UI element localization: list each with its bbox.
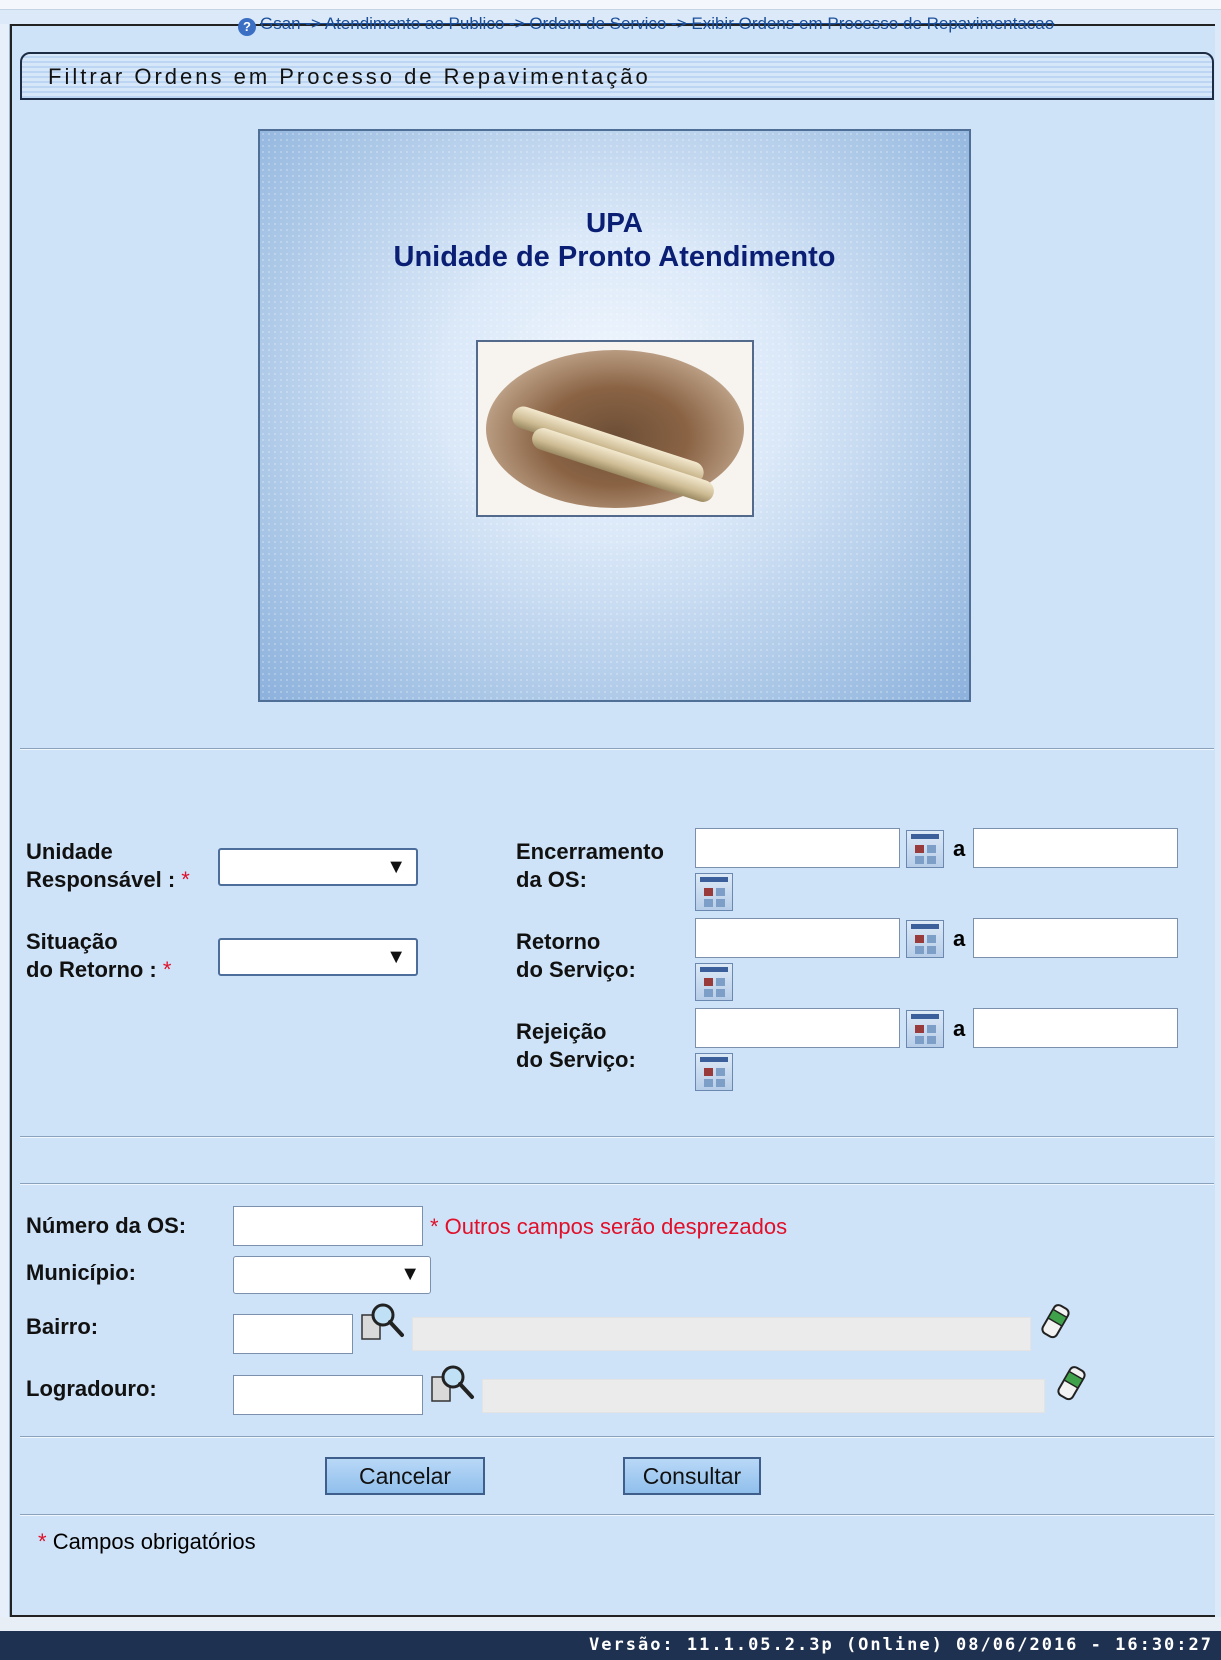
breadcrumb-text[interactable]: Gsan -> Atendimento ao Publico -> Ordem … bbox=[260, 14, 1054, 33]
bairro-description-field bbox=[412, 1317, 1031, 1351]
help-icon[interactable]: ? bbox=[238, 18, 256, 36]
numero-os-label: Número da OS: bbox=[26, 1213, 187, 1238]
retorno-start-input[interactable] bbox=[695, 918, 900, 958]
encerramento-label: Encerramento da OS: bbox=[516, 839, 664, 892]
numero-os-input[interactable] bbox=[233, 1206, 423, 1246]
breadcrumb: ? Gsan -> Atendimento ao Publico -> Ordem… bbox=[238, 14, 1221, 38]
chevron-down-icon: ▼ bbox=[386, 856, 406, 878]
bairro-code-input[interactable] bbox=[233, 1314, 353, 1354]
unidade-label: Unidade Responsável : * bbox=[26, 839, 190, 892]
cancel-button[interactable]: Cancelar bbox=[325, 1457, 485, 1495]
banner-photo bbox=[476, 340, 754, 517]
banner-title-upa: UPA bbox=[585, 207, 644, 238]
numero-os-warning: * Outros campos serão desprezados bbox=[430, 1214, 788, 1239]
divider bbox=[20, 1514, 1214, 1516]
eraser-icon[interactable] bbox=[1054, 1364, 1088, 1404]
magnifier-icon[interactable] bbox=[360, 1301, 406, 1343]
banner-title-full: Unidade de Pronto Atendimento bbox=[393, 241, 836, 273]
magnifier-icon[interactable] bbox=[430, 1363, 476, 1405]
retorno-end-input[interactable] bbox=[973, 918, 1178, 958]
situacao-select[interactable]: ▼ bbox=[218, 938, 418, 976]
divider bbox=[20, 1183, 1214, 1185]
bairro-label: Bairro: bbox=[26, 1314, 99, 1339]
unidade-select[interactable]: ▼ bbox=[218, 848, 418, 886]
rejeicao-start-input[interactable] bbox=[695, 1008, 900, 1048]
municipio-label: Município: bbox=[26, 1260, 136, 1285]
retorno-label: Retorno do Serviço: bbox=[516, 929, 636, 982]
divider bbox=[20, 1436, 1214, 1438]
calendar-icon[interactable] bbox=[695, 873, 733, 911]
range-separator: a bbox=[953, 926, 966, 951]
encerramento-start-input[interactable] bbox=[695, 828, 900, 868]
municipio-select[interactable]: ▼ bbox=[233, 1256, 431, 1294]
calendar-icon[interactable] bbox=[695, 1053, 733, 1091]
logradouro-description-field bbox=[482, 1379, 1045, 1413]
upa-banner: UPA Unidade de Pronto Atendimento bbox=[258, 129, 971, 702]
required-footnote: * Campos obrigatórios bbox=[38, 1529, 256, 1554]
rejeicao-end-input[interactable] bbox=[973, 1008, 1178, 1048]
rejeicao-label: Rejeição do Serviço: bbox=[516, 1019, 636, 1072]
calendar-icon[interactable] bbox=[906, 920, 944, 958]
situacao-label: Situação do Retorno : * bbox=[26, 929, 172, 982]
calendar-icon[interactable] bbox=[906, 1010, 944, 1048]
range-separator: a bbox=[953, 1016, 966, 1041]
chevron-down-icon: ▼ bbox=[386, 946, 406, 968]
chevron-down-icon: ▼ bbox=[400, 1263, 420, 1285]
range-separator: a bbox=[953, 836, 966, 861]
footer-gap bbox=[0, 1617, 1221, 1631]
version-footer: Versão: 11.1.05.2.3p (Online) 08/06/2016… bbox=[0, 1631, 1221, 1660]
encerramento-end-input[interactable] bbox=[973, 828, 1178, 868]
calendar-icon[interactable] bbox=[906, 830, 944, 868]
logradouro-label: Logradouro: bbox=[26, 1376, 157, 1401]
divider bbox=[20, 1136, 1214, 1138]
eraser-icon[interactable] bbox=[1038, 1302, 1072, 1342]
left-scrollbar[interactable] bbox=[0, 24, 10, 1617]
submit-button[interactable]: Consultar bbox=[623, 1457, 761, 1495]
logradouro-code-input[interactable] bbox=[233, 1375, 423, 1415]
top-strip bbox=[0, 0, 1221, 10]
page-title: Filtrar Ordens em Processo de Repaviment… bbox=[48, 64, 651, 89]
divider bbox=[20, 748, 1214, 750]
calendar-icon[interactable] bbox=[695, 963, 733, 1001]
title-bar: Filtrar Ordens em Processo de Repaviment… bbox=[20, 52, 1214, 100]
